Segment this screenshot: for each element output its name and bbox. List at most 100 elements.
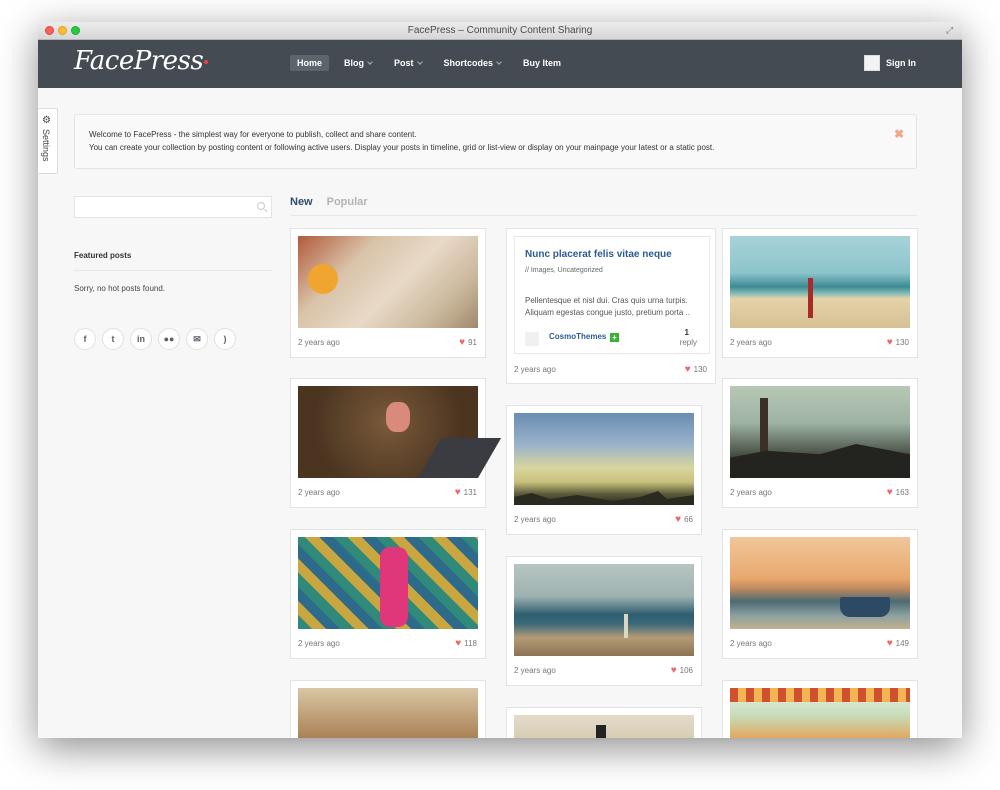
post-time: 2 years ago — [730, 338, 772, 347]
nav-label: Post — [394, 58, 414, 68]
post-time: 2 years ago — [730, 639, 772, 648]
like-count: 149 — [895, 639, 909, 648]
post-card[interactable]: 2 years ago ♥ 149 — [722, 529, 918, 659]
post-tabs: New Popular — [290, 196, 368, 208]
like-count: 130 — [693, 365, 707, 374]
post-image[interactable] — [730, 688, 910, 738]
like-count: 106 — [679, 666, 693, 675]
like-button[interactable]: ♥ 106 — [671, 665, 693, 676]
welcome-notice: Welcome to FacePress - the simplest way … — [74, 114, 917, 169]
post-time: 2 years ago — [514, 666, 556, 675]
author-link[interactable]: CosmoThemes — [549, 332, 606, 341]
like-button[interactable]: ♥ 118 — [455, 638, 477, 649]
heart-icon: ♥ — [886, 638, 893, 649]
search-icon[interactable] — [257, 202, 265, 210]
like-button[interactable]: ♥ 131 — [455, 487, 477, 498]
chevron-down-icon — [416, 58, 423, 65]
logo-text: FacePress — [74, 46, 204, 76]
post-card[interactable] — [290, 680, 486, 738]
nav-item-blog[interactable]: Blog — [337, 55, 379, 71]
sign-in-button[interactable]: Sign In — [864, 55, 916, 71]
heart-icon: ♥ — [684, 364, 691, 375]
like-button[interactable]: ♥ 130 — [887, 337, 909, 348]
site-logo[interactable]: FacePress — [74, 46, 209, 76]
settings-tab[interactable]: ⚙ Settings — [38, 108, 58, 174]
nav-label: Blog — [344, 58, 365, 68]
post-image[interactable] — [298, 236, 478, 328]
post-image[interactable] — [298, 688, 478, 738]
like-button[interactable]: ♥ 130 — [685, 364, 707, 375]
nav-label: Home — [297, 58, 323, 68]
linkedin-icon[interactable]: in — [130, 328, 152, 350]
like-count: 130 — [895, 338, 909, 347]
social-links: f t in ●● ✉ ) — [74, 328, 236, 350]
avatar[interactable] — [525, 332, 539, 346]
featured-empty-message: Sorry, no hot posts found. — [74, 284, 166, 293]
nav-item-buy-item[interactable]: Buy Item — [516, 55, 568, 71]
reply-label[interactable]: reply — [680, 338, 697, 347]
search-input[interactable] — [74, 196, 272, 218]
nav-item-shortcodes[interactable]: Shortcodes — [437, 55, 509, 71]
post-card[interactable]: 2 years ago ♥ 131 — [290, 378, 486, 508]
like-button[interactable]: ♥ 163 — [887, 487, 909, 498]
follow-plus-icon[interactable]: + — [610, 333, 619, 342]
flickr-icon[interactable]: ●● — [158, 328, 180, 350]
post-image[interactable] — [730, 537, 910, 629]
post-excerpt: Pellentesque et nisl dui. Cras quis urna… — [525, 296, 690, 317]
post-time: 2 years ago — [514, 365, 556, 374]
like-button[interactable]: ♥ 91 — [459, 337, 477, 348]
post-card[interactable]: 2 years ago ♥ 106 — [506, 556, 702, 686]
title-bar: FacePress – Community Content Sharing ⤢ — [38, 22, 962, 40]
post-card[interactable] — [722, 680, 918, 738]
post-title-link[interactable]: Nunc placerat felis vitae neque — [525, 249, 672, 260]
featured-posts-heading: Featured posts — [74, 251, 132, 260]
sign-in-label: Sign In — [886, 58, 916, 68]
post-card[interactable] — [506, 707, 702, 738]
post-card[interactable]: 2 years ago ♥ 118 — [290, 529, 486, 659]
post-image[interactable] — [298, 386, 478, 478]
nav-label: Buy Item — [523, 58, 562, 68]
welcome-line-2: You can create your collection by postin… — [89, 143, 715, 152]
heart-icon: ♥ — [454, 487, 461, 498]
nav-item-home[interactable]: Home — [290, 55, 330, 71]
post-image[interactable] — [730, 236, 910, 328]
post-image[interactable] — [298, 537, 478, 629]
post-card[interactable]: 2 years ago ♥ 130 — [722, 228, 918, 358]
post-card[interactable]: 2 years ago ♥ 91 — [290, 228, 486, 358]
window-title: FacePress – Community Content Sharing — [407, 25, 593, 36]
post-image[interactable] — [730, 386, 910, 478]
twitter-icon[interactable]: t — [102, 328, 124, 350]
close-icon[interactable]: ✖ — [894, 127, 904, 141]
post-card[interactable]: 2 years ago ♥ 163 — [722, 378, 918, 508]
text-post-card[interactable]: Nunc placerat felis vitae neque // Image… — [506, 228, 716, 384]
nav-item-post[interactable]: Post — [387, 55, 429, 71]
facebook-icon[interactable]: f — [74, 328, 96, 350]
like-count: 131 — [463, 488, 477, 497]
post-categories[interactable]: // Images, Uncategorized — [525, 267, 603, 274]
post-time: 2 years ago — [298, 639, 340, 648]
heart-icon: ♥ — [459, 337, 466, 348]
heart-icon: ♥ — [886, 487, 893, 498]
tab-new[interactable]: New — [290, 196, 313, 208]
post-time: 2 years ago — [514, 515, 556, 524]
post-card[interactable]: 2 years ago ♥ 66 — [506, 405, 702, 535]
tab-popular[interactable]: Popular — [327, 196, 368, 208]
fullscreen-icon[interactable]: ⤢ — [946, 25, 956, 35]
email-icon[interactable]: ✉ — [186, 328, 208, 350]
like-button[interactable]: ♥ 149 — [887, 638, 909, 649]
post-image[interactable] — [514, 413, 694, 505]
post-time: 2 years ago — [298, 488, 340, 497]
heart-icon: ♥ — [886, 337, 893, 348]
like-button[interactable]: ♥ 66 — [675, 514, 693, 525]
post-image[interactable] — [514, 715, 694, 738]
heart-icon: ♥ — [675, 514, 682, 525]
main-nav: Home Blog Post Shortcodes Buy Item — [290, 55, 568, 71]
post-time: 2 years ago — [730, 488, 772, 497]
text-post: Nunc placerat felis vitae neque // Image… — [514, 236, 710, 354]
like-count: 163 — [895, 488, 909, 497]
rss-icon[interactable]: ) — [214, 328, 236, 350]
chevron-down-icon — [367, 58, 373, 65]
divider — [74, 270, 272, 271]
post-image[interactable] — [514, 564, 694, 656]
reply-count: 1 — [684, 328, 689, 337]
